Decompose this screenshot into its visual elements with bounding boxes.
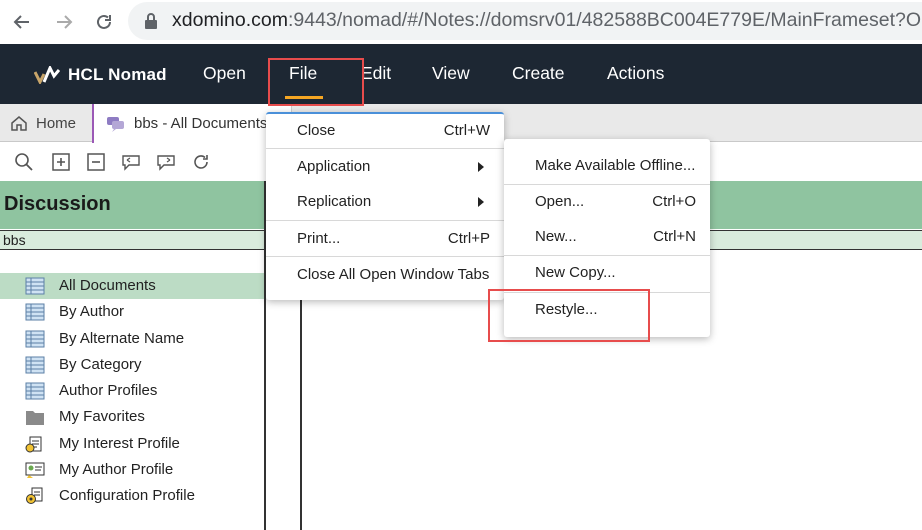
menu-actions[interactable]: Actions	[607, 63, 664, 84]
app-header: HCL Nomad Open File Edit View Create Act…	[0, 44, 922, 104]
collapse-all-icon[interactable]	[86, 152, 106, 172]
tab-home[interactable]: Home	[0, 104, 76, 142]
nav-item-label: My Favorites	[59, 408, 145, 426]
menu-create[interactable]: Create	[512, 63, 565, 84]
hcl-logo-icon	[34, 66, 60, 84]
configuration-profile-icon	[26, 487, 43, 505]
back-button[interactable]	[8, 8, 36, 36]
menu-edit[interactable]: Edit	[361, 63, 391, 84]
nav-item-label: All Documents	[59, 277, 156, 294]
folder-icon	[26, 411, 44, 426]
nav-item-label: My Author Profile	[59, 461, 174, 479]
discussion-icon	[107, 116, 124, 132]
menu-item-label: Close	[297, 122, 336, 139]
brand-name: HCL Nomad	[68, 65, 167, 84]
menu-item-label: Open...	[535, 193, 585, 210]
menu-item-label: Print...	[297, 230, 341, 247]
menu-file[interactable]: File	[289, 63, 317, 84]
view-icon	[25, 277, 45, 295]
lock-icon	[145, 13, 157, 29]
menu-open[interactable]: Open	[203, 63, 246, 84]
file-menu-print[interactable]: Print... Ctrl+P	[266, 222, 504, 256]
menu-item-label: Replication	[297, 193, 372, 210]
tab-doc-label: bbs - All Documents	[134, 115, 268, 132]
view-icon	[25, 303, 45, 321]
file-menu-close-all-tabs[interactable]: Close All Open Window Tabs	[266, 258, 504, 292]
nav-item-label: Author Profiles	[59, 382, 158, 400]
menu-separator	[266, 220, 504, 221]
app-menu-restyle[interactable]: Restyle...	[504, 293, 710, 327]
view-icon	[25, 356, 45, 374]
previous-unread-icon[interactable]	[121, 152, 141, 172]
menu-item-shortcut: Ctrl+P	[447, 230, 490, 247]
navigator-title: Discussion	[4, 193, 111, 215]
forward-button[interactable]	[50, 8, 78, 36]
menu-item-shortcut: Ctrl+W	[443, 122, 490, 139]
menu-item-label: New...	[535, 228, 577, 245]
next-unread-icon[interactable]	[156, 152, 176, 172]
nav-item-by-category[interactable]: By Category	[0, 352, 264, 378]
app-menu-make-available-offline[interactable]: Make Available Offline...	[504, 149, 710, 183]
menu-separator	[266, 256, 504, 257]
nav-item-by-alternate-name[interactable]: By Alternate Name	[0, 326, 264, 352]
file-menu-replication[interactable]: Replication	[266, 185, 504, 219]
nav-item-label: By Alternate Name	[59, 329, 185, 347]
reload-button[interactable]	[90, 8, 118, 36]
nav-item-label: By Author	[59, 303, 125, 321]
menu-item-label: Application	[297, 158, 371, 175]
nav-item-configuration-profile[interactable]: Configuration Profile	[0, 483, 264, 509]
application-submenu: Make Available Offline... Open... Ctrl+O…	[504, 139, 710, 337]
menu-view[interactable]: View	[432, 63, 470, 84]
nav-item-by-author[interactable]: By Author	[0, 299, 264, 325]
expand-all-icon[interactable]	[51, 152, 71, 172]
app-menu-open[interactable]: Open... Ctrl+O	[504, 185, 710, 219]
menu-file-active-indicator	[285, 96, 323, 99]
database-name: bbs	[0, 230, 264, 250]
menu-item-label: Make Available Offline...	[535, 157, 696, 174]
url-host: xdomino.com	[172, 9, 288, 31]
home-icon	[11, 116, 27, 131]
view-list: All Documents By Author By Alternate Nam…	[0, 273, 264, 510]
browser-address-bar: xdomino.com:9443/nomad/#/Notes://domsrv0…	[0, 0, 922, 44]
menu-item-label: New Copy...	[535, 264, 616, 281]
navigator-header: Discussion	[0, 181, 264, 229]
nav-item-my-author-profile[interactable]: My Author Profile	[0, 457, 264, 483]
search-icon[interactable]	[14, 152, 34, 172]
reload-icon	[97, 14, 111, 29]
nav-item-label: My Interest Profile	[59, 434, 180, 452]
url-text[interactable]: xdomino.com:9443/nomad/#/Notes://domsrv0…	[172, 9, 922, 32]
view-icon	[25, 330, 45, 348]
brand-logo[interactable]: HCL Nomad	[34, 65, 167, 85]
submenu-arrow-icon	[478, 162, 484, 172]
interest-profile-icon	[25, 436, 42, 453]
submenu-arrow-icon	[478, 197, 484, 207]
nav-item-label: By Category	[59, 355, 142, 373]
arrow-left-icon	[13, 15, 29, 29]
nav-item-author-profiles[interactable]: Author Profiles	[0, 378, 264, 404]
app-menu-new[interactable]: New... Ctrl+N	[504, 220, 710, 254]
menu-item-shortcut: Ctrl+O	[652, 193, 696, 210]
tab-home-label: Home	[36, 114, 77, 132]
author-profile-icon	[25, 462, 45, 479]
menu-item-label: Close All Open Window Tabs	[297, 266, 490, 283]
menu-item-shortcut: Ctrl+N	[653, 228, 696, 245]
nav-item-my-interest-profile[interactable]: My Interest Profile	[0, 431, 264, 457]
url-path: :9443/nomad/#/Notes://domsrv01/482588BC0…	[287, 9, 922, 31]
tab-bbs-all-documents[interactable]: bbs - All Documents	[92, 104, 292, 143]
menu-separator	[266, 148, 504, 149]
nav-item-my-favorites[interactable]: My Favorites	[0, 404, 264, 430]
file-menu-close[interactable]: Close Ctrl+W	[266, 114, 504, 148]
file-menu-application[interactable]: Application	[266, 150, 504, 184]
view-icon	[25, 382, 45, 400]
navigator-pane: Discussion bbs All Documents By Author B…	[0, 181, 266, 530]
arrow-right-icon	[57, 15, 73, 29]
app-menu-new-copy[interactable]: New Copy...	[504, 256, 710, 290]
nav-item-label: Configuration Profile	[59, 487, 195, 505]
nav-item-all-documents[interactable]: All Documents	[0, 273, 264, 300]
refresh-icon[interactable]	[191, 152, 211, 172]
menu-item-label: Restyle...	[535, 301, 598, 318]
file-menu-dropdown: Close Ctrl+W Application Replication Pri…	[266, 112, 504, 300]
